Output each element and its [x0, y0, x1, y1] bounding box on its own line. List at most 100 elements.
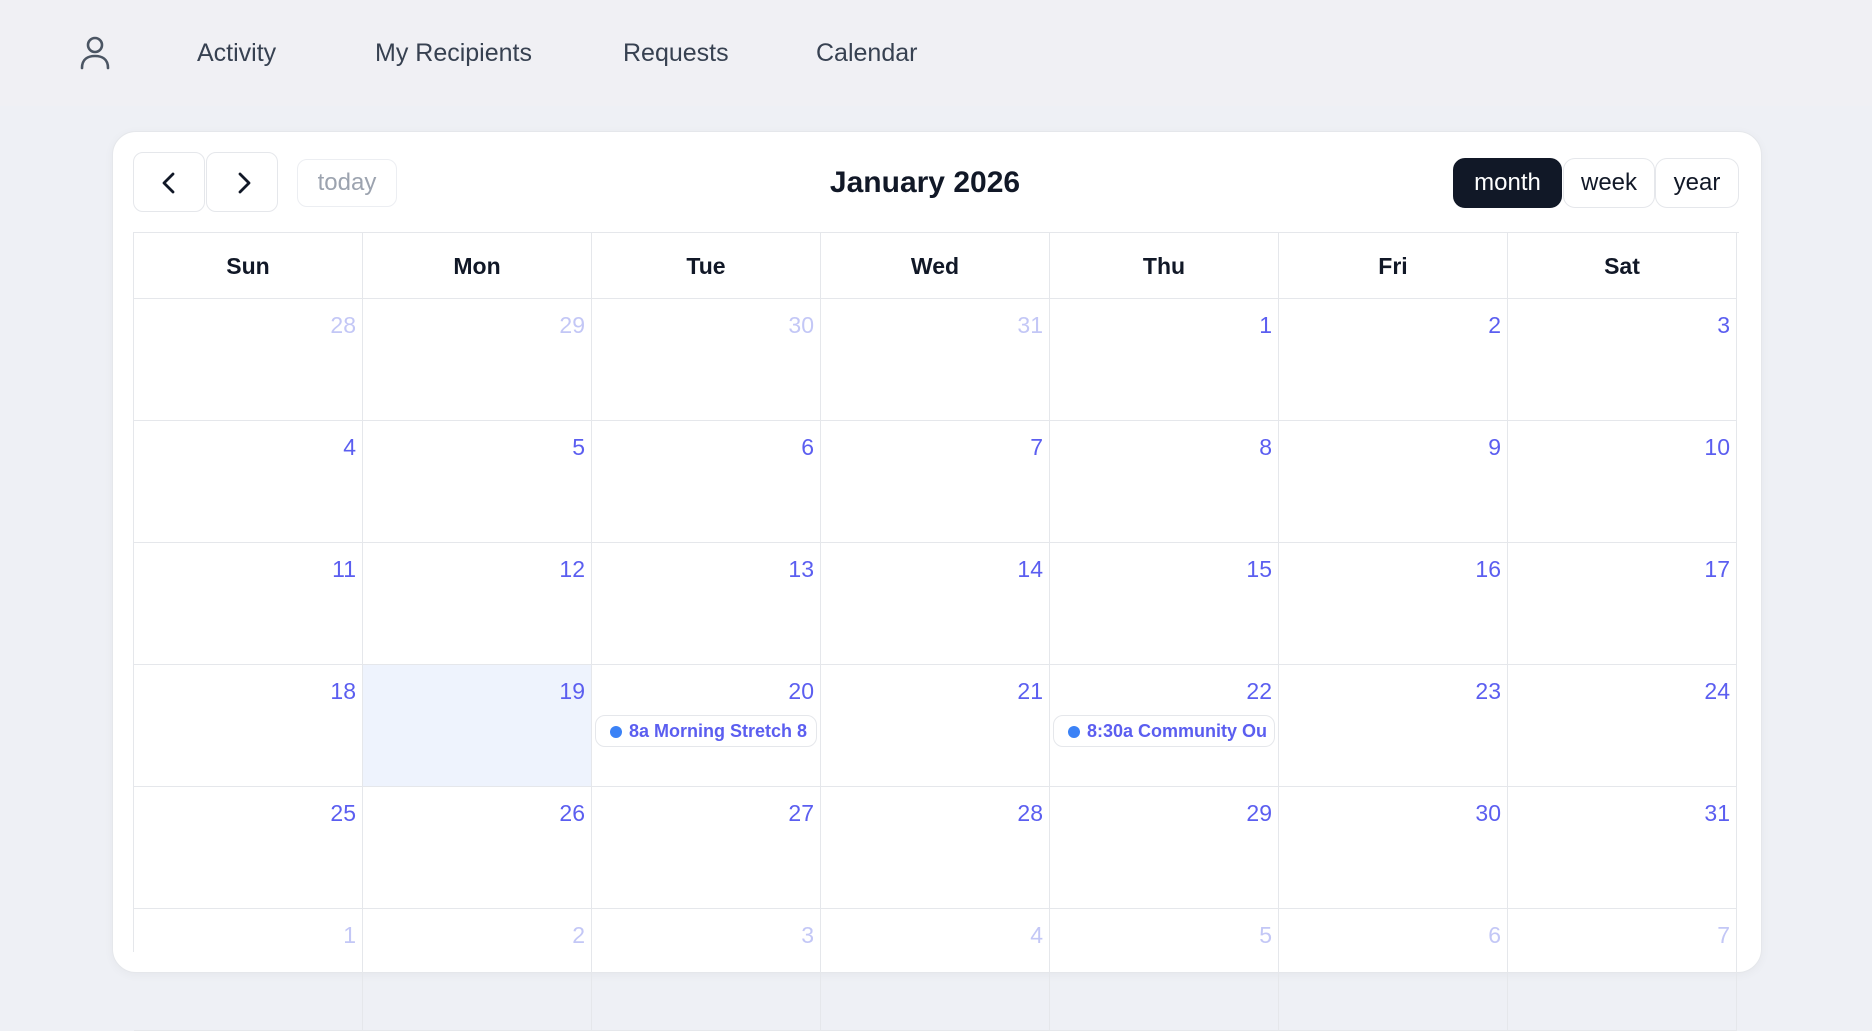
day-number[interactable]: 2 [1488, 311, 1501, 339]
day-number[interactable]: 27 [788, 799, 814, 827]
day-number[interactable]: 22 [1246, 677, 1272, 705]
day-number[interactable]: 15 [1246, 555, 1272, 583]
day-cell[interactable]: 28 [134, 299, 363, 421]
day-number[interactable]: 30 [1475, 799, 1501, 827]
month-grid: Sun Mon Tue Wed Thu Fri Sat 28 29 30 31 1 2 3 4 5 6 7 8 9 10… [133, 232, 1739, 1031]
day-cell[interactable]: 27 [592, 787, 821, 909]
day-cell[interactable]: 15 [1050, 543, 1279, 665]
day-number[interactable]: 26 [559, 799, 585, 827]
day-number[interactable]: 14 [1017, 555, 1043, 583]
view-week-button[interactable]: week [1563, 158, 1655, 208]
next-month-button[interactable] [206, 152, 278, 212]
day-cell[interactable]: 5 [1050, 909, 1279, 1031]
day-cell[interactable]: 20 8a Morning Stretch 8 [592, 665, 821, 787]
day-number[interactable]: 9 [1488, 433, 1501, 461]
day-number[interactable]: 28 [330, 311, 356, 339]
day-number[interactable]: 29 [1246, 799, 1272, 827]
day-cell[interactable]: 23 [1279, 665, 1508, 787]
day-cell[interactable]: 3 [1508, 299, 1737, 421]
day-cell[interactable]: 28 [821, 787, 1050, 909]
day-number[interactable]: 18 [330, 677, 356, 705]
nav-link-activity[interactable]: Activity [197, 38, 276, 68]
day-cell[interactable]: 31 [1508, 787, 1737, 909]
day-number[interactable]: 24 [1704, 677, 1730, 705]
day-cell[interactable]: 29 [363, 299, 592, 421]
day-number[interactable]: 20 [788, 677, 814, 705]
day-number[interactable]: 1 [1259, 311, 1272, 339]
day-cell[interactable]: 17 [1508, 543, 1737, 665]
day-cell[interactable]: 2 [363, 909, 592, 1031]
today-button[interactable]: today [297, 159, 397, 207]
day-number[interactable]: 31 [1704, 799, 1730, 827]
day-number[interactable]: 6 [801, 433, 814, 461]
day-number[interactable]: 3 [1717, 311, 1730, 339]
day-number[interactable]: 28 [1017, 799, 1043, 827]
day-cell[interactable]: 6 [1279, 909, 1508, 1031]
day-cell[interactable]: 3 [592, 909, 821, 1031]
prev-month-button[interactable] [133, 152, 205, 212]
day-number[interactable]: 4 [343, 433, 356, 461]
day-cell[interactable]: 18 [134, 665, 363, 787]
day-number[interactable]: 23 [1475, 677, 1501, 705]
day-number[interactable]: 4 [1030, 921, 1043, 949]
day-number[interactable]: 10 [1704, 433, 1730, 461]
day-cell[interactable]: 7 [821, 421, 1050, 543]
day-number[interactable]: 12 [559, 555, 585, 583]
day-cell[interactable]: 24 [1508, 665, 1737, 787]
day-number[interactable]: 17 [1704, 555, 1730, 583]
day-cell[interactable]: 10 [1508, 421, 1737, 543]
day-cell[interactable]: 12 [363, 543, 592, 665]
chevron-right-icon [238, 172, 251, 194]
day-cell[interactable]: 19 [363, 665, 592, 787]
day-number[interactable]: 29 [559, 311, 585, 339]
day-number[interactable]: 11 [332, 555, 356, 583]
top-navigation: Activity My Recipients Requests Calendar [0, 0, 1872, 106]
day-cell[interactable]: 1 [1050, 299, 1279, 421]
day-cell[interactable]: 25 [134, 787, 363, 909]
day-cell[interactable]: 8 [1050, 421, 1279, 543]
day-number[interactable]: 19 [559, 677, 585, 705]
day-cell[interactable]: 7 [1508, 909, 1737, 1031]
day-number[interactable]: 13 [788, 555, 814, 583]
day-cell[interactable]: 9 [1279, 421, 1508, 543]
day-cell[interactable]: 29 [1050, 787, 1279, 909]
day-cell[interactable]: 11 [134, 543, 363, 665]
calendar-event[interactable]: 8:30a Community Ou [1053, 715, 1275, 747]
day-cell[interactable]: 16 [1279, 543, 1508, 665]
view-month-button[interactable]: month [1453, 158, 1562, 208]
day-cell[interactable]: 4 [134, 421, 363, 543]
nav-link-requests[interactable]: Requests [623, 38, 729, 68]
day-number[interactable]: 3 [801, 921, 814, 949]
day-number[interactable]: 5 [572, 433, 585, 461]
day-cell[interactable]: 31 [821, 299, 1050, 421]
day-cell[interactable]: 21 [821, 665, 1050, 787]
day-number[interactable]: 2 [572, 921, 585, 949]
day-number[interactable]: 7 [1030, 433, 1043, 461]
day-number[interactable]: 7 [1717, 921, 1730, 949]
day-number[interactable]: 16 [1475, 555, 1501, 583]
nav-link-calendar[interactable]: Calendar [816, 38, 917, 68]
day-cell[interactable]: 30 [1279, 787, 1508, 909]
day-cell[interactable]: 14 [821, 543, 1050, 665]
day-cell[interactable]: 13 [592, 543, 821, 665]
day-cell[interactable]: 5 [363, 421, 592, 543]
day-cell[interactable]: 26 [363, 787, 592, 909]
calendar-event[interactable]: 8a Morning Stretch 8 [595, 715, 817, 747]
day-cell[interactable]: 6 [592, 421, 821, 543]
day-cell[interactable]: 1 [134, 909, 363, 1031]
user-icon[interactable] [79, 35, 111, 71]
day-number[interactable]: 5 [1259, 921, 1272, 949]
nav-link-my-recipients[interactable]: My Recipients [375, 38, 532, 68]
day-number[interactable]: 21 [1017, 677, 1043, 705]
view-year-button[interactable]: year [1655, 158, 1739, 208]
day-number[interactable]: 25 [330, 799, 356, 827]
day-number[interactable]: 1 [343, 921, 356, 949]
day-cell[interactable]: 2 [1279, 299, 1508, 421]
day-cell[interactable]: 22 8:30a Community Ou [1050, 665, 1279, 787]
day-number[interactable]: 6 [1488, 921, 1501, 949]
day-number[interactable]: 30 [788, 311, 814, 339]
day-cell[interactable]: 30 [592, 299, 821, 421]
day-number[interactable]: 31 [1017, 311, 1043, 339]
day-cell[interactable]: 4 [821, 909, 1050, 1031]
day-number[interactable]: 8 [1259, 433, 1272, 461]
